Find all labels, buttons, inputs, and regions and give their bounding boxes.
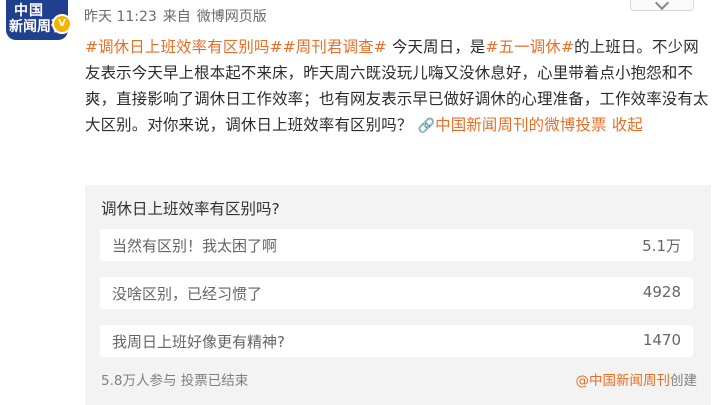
poll-option[interactable]: 没啥区别，已经习惯了 4928 bbox=[100, 277, 693, 309]
post-text-1: 今天周日，是 bbox=[386, 38, 486, 56]
post-from-label: 来自 bbox=[162, 9, 191, 25]
post-time[interactable]: 昨天 11:23 bbox=[84, 9, 157, 25]
link-icon: 🔗 bbox=[417, 118, 436, 134]
poll-link[interactable]: 中国新闻周刊的微博投票 bbox=[435, 116, 607, 134]
more-options-chevron-icon[interactable] bbox=[630, 0, 694, 11]
hashtag-1[interactable]: #调休日上班效率有区别吗# bbox=[85, 38, 283, 56]
post-meta: 昨天 11:23 来自 微博网页版 bbox=[84, 6, 273, 26]
poll-option-count: 1470 bbox=[642, 331, 681, 349]
poll-option-label: 我周日上班好像更有精神? bbox=[112, 333, 285, 351]
poll-credit-suffix: 创建 bbox=[670, 373, 697, 389]
poll-option[interactable]: 我周日上班好像更有精神? 1470 bbox=[100, 325, 693, 357]
poll-option-count: 5.1万 bbox=[642, 237, 681, 255]
poll-option-label: 没啥区别，已经习惯了 bbox=[112, 285, 263, 303]
post-content: #调休日上班效率有区别吗##周刊君调查# 今天周日，是#五一调休#的上班日。不少… bbox=[85, 34, 710, 139]
collapse-button[interactable]: 收起 bbox=[612, 116, 643, 134]
hashtag-2[interactable]: #周刊君调查# bbox=[283, 38, 387, 56]
poll-card: 调休日上班效率有区别吗? 当然有区别！我太困了啊 5.1万 没啥区别，已经习惯了… bbox=[85, 185, 711, 405]
poll-title: 调休日上班效率有区别吗? bbox=[101, 200, 280, 218]
poll-credit: @中国新闻周刊创建 bbox=[576, 369, 698, 389]
poll-option-count: 4928 bbox=[642, 283, 681, 301]
hashtag-3[interactable]: #五一调休# bbox=[486, 38, 575, 56]
poll-option[interactable]: 当然有区别！我太困了啊 5.1万 bbox=[100, 229, 693, 261]
poll-creator-link[interactable]: @中国新闻周刊 bbox=[576, 373, 671, 389]
post-source[interactable]: 微博网页版 bbox=[197, 9, 267, 25]
poll-footer: 5.8万人参与 投票已结束 bbox=[101, 373, 249, 389]
verified-badge-icon: V bbox=[52, 14, 72, 34]
poll-option-label: 当然有区别！我太困了啊 bbox=[112, 237, 278, 255]
